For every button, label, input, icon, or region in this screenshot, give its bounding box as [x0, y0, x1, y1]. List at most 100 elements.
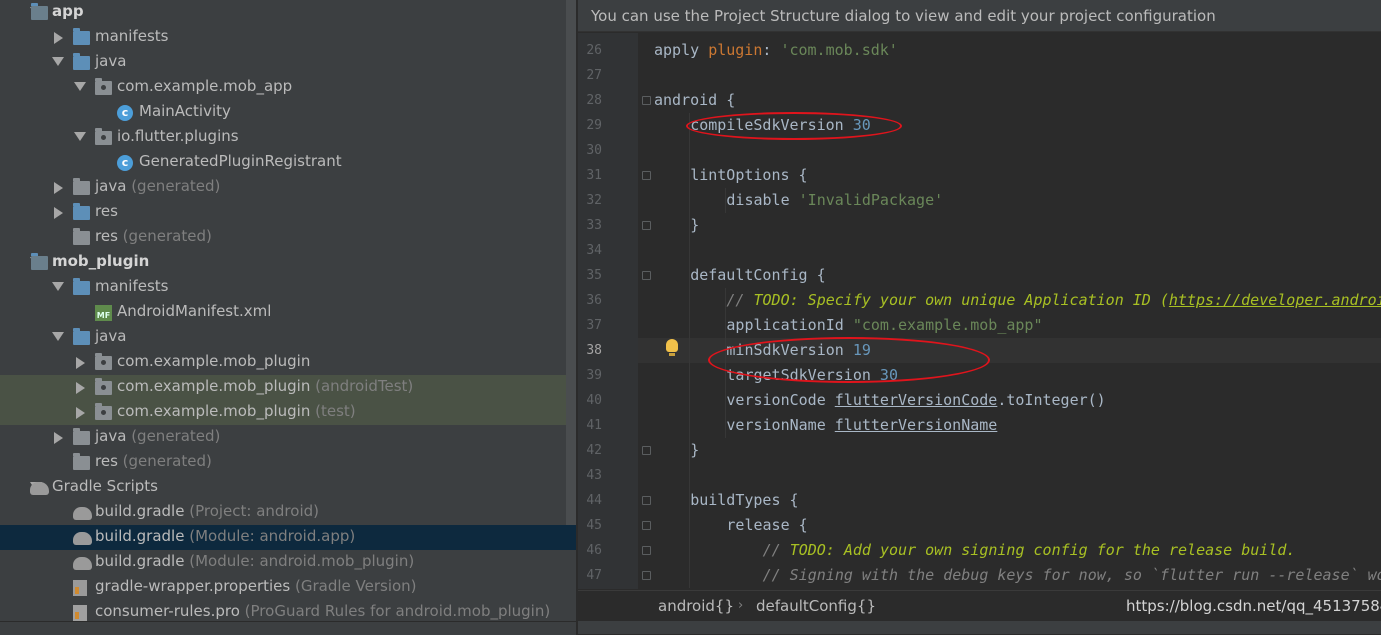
- tree-item[interactable]: gradle-wrapper.properties (Gradle Versio…: [0, 575, 566, 600]
- tree-item[interactable]: res (generated): [0, 225, 566, 250]
- tree-item-name: java: [95, 327, 127, 345]
- fold-marker-icon[interactable]: [642, 446, 651, 455]
- tree-item-label: res (generated): [95, 452, 212, 470]
- tree-item[interactable]: res: [0, 200, 566, 225]
- code-token: TODO: Add your own signing config for th…: [789, 541, 1296, 559]
- tree-item[interactable]: java (generated): [0, 175, 566, 200]
- breadcrumb-item-default-config[interactable]: defaultConfig{}: [756, 591, 876, 621]
- tree-item[interactable]: java (generated): [0, 425, 566, 450]
- fold-marker-icon[interactable]: [642, 521, 651, 530]
- tree-item-label: mob_plugin: [52, 252, 149, 270]
- package-icon: [95, 78, 112, 95]
- code-line: apply plugin: 'com.mob.sdk': [654, 38, 898, 63]
- chevron-down-icon[interactable]: [74, 132, 86, 141]
- tree-item-suffix: (generated): [126, 177, 221, 195]
- tree-item[interactable]: manifests: [0, 25, 566, 50]
- editor-bottom-bar: [578, 621, 1381, 634]
- project-tree-bottom-bar: [0, 621, 576, 635]
- tree-item[interactable]: app: [0, 0, 566, 25]
- tree-item[interactable]: Gradle Scripts: [0, 475, 566, 500]
- module-folder-icon: [31, 3, 48, 20]
- tree-item[interactable]: com.example.mob_plugin: [0, 350, 566, 375]
- line-number: 40: [586, 393, 602, 408]
- line-number: 47: [586, 568, 602, 583]
- line-number: 30: [586, 143, 602, 158]
- tree-item-label: MainActivity: [139, 102, 231, 120]
- code-token: release {: [726, 516, 808, 534]
- folder-icon: [73, 203, 90, 220]
- chevron-down-icon[interactable]: [52, 57, 64, 66]
- tree-item-name: app: [52, 2, 84, 20]
- package-icon: [95, 378, 112, 395]
- tree-item-label: res (generated): [95, 227, 212, 245]
- chevron-down-icon[interactable]: [74, 82, 86, 91]
- fold-marker-icon[interactable]: [642, 496, 651, 505]
- tree-item[interactable]: java: [0, 50, 566, 75]
- tree-item-label: consumer-rules.pro (ProGuard Rules for a…: [95, 602, 550, 620]
- line-number: 31: [586, 168, 602, 183]
- package-icon: [95, 403, 112, 420]
- tree-item-label: build.gradle (Module: android.mob_plugin…: [95, 552, 414, 570]
- tree-item-suffix: (generated): [117, 227, 212, 245]
- tree-item[interactable]: build.gradle (Module: android.mob_plugin…: [0, 550, 566, 575]
- tree-item[interactable]: build.gradle (Project: android): [0, 500, 566, 525]
- code-token: //: [726, 291, 754, 309]
- fold-marker-icon[interactable]: [642, 271, 651, 280]
- tree-item[interactable]: res (generated): [0, 450, 566, 475]
- tree-item[interactable]: mob_plugin: [0, 250, 566, 275]
- tree-item[interactable]: com.example.mob_plugin (androidTest): [0, 375, 576, 400]
- tree-item-label: AndroidManifest.xml: [117, 302, 271, 320]
- fold-marker-icon[interactable]: [642, 571, 651, 580]
- folder-icon: [73, 28, 90, 45]
- proguard-icon: [73, 605, 87, 621]
- code-token: }: [690, 216, 700, 234]
- fold-marker-icon[interactable]: [642, 221, 651, 230]
- tree-item-label: gradle-wrapper.properties (Gradle Versio…: [95, 577, 417, 595]
- tree-item[interactable]: manifests: [0, 275, 566, 300]
- tree-item[interactable]: com.example.mob_app: [0, 75, 566, 100]
- lightbulb-icon[interactable]: [666, 339, 678, 356]
- chevron-right-icon[interactable]: [54, 32, 63, 44]
- chevron-right-icon[interactable]: [76, 357, 85, 369]
- tree-item-name: java: [95, 427, 127, 445]
- tree-item-suffix: (ProGuard Rules for android.mob_plugin): [239, 602, 551, 620]
- properties-icon: [73, 580, 87, 596]
- line-number: 34: [586, 243, 602, 258]
- tree-item-suffix: (androidTest): [310, 377, 414, 395]
- chevron-down-icon[interactable]: [52, 282, 64, 291]
- tree-item-label: manifests: [95, 277, 169, 295]
- tree-item-name: java: [95, 52, 127, 70]
- line-number: 32: [586, 193, 602, 208]
- line-number: 45: [586, 518, 602, 533]
- line-number: 35: [586, 268, 602, 283]
- tree-item-label: Gradle Scripts: [52, 477, 158, 495]
- code-token: https://developer.android: [1168, 291, 1381, 309]
- chevron-down-icon[interactable]: [52, 332, 64, 341]
- tree-item[interactable]: com.example.mob_plugin (test): [0, 400, 576, 425]
- code-token: applicationId: [726, 316, 853, 334]
- tree-item-label: app: [52, 2, 84, 20]
- code-token: 'InvalidPackage': [798, 191, 944, 209]
- annotation-ellipse-min-sdk: [708, 337, 990, 383]
- manifest-file-icon: MF: [95, 305, 112, 321]
- fold-marker-icon[interactable]: [642, 171, 651, 180]
- fold-marker-icon[interactable]: [642, 96, 651, 105]
- fold-marker-icon[interactable]: [642, 546, 651, 555]
- tree-item[interactable]: java: [0, 325, 566, 350]
- tree-item-label: com.example.mob_plugin (androidTest): [117, 377, 413, 395]
- tree-item[interactable]: io.flutter.plugins: [0, 125, 566, 150]
- tree-item[interactable]: build.gradle (Module: android.app): [0, 525, 576, 550]
- tree-item[interactable]: MF AndroidManifest.xml: [0, 300, 566, 325]
- tree-item[interactable]: c GeneratedPluginRegistrant: [0, 150, 566, 175]
- project-tree-scrollbar[interactable]: [566, 0, 576, 525]
- breadcrumb-item-android[interactable]: android{}: [658, 591, 734, 621]
- chevron-right-icon[interactable]: [54, 432, 63, 444]
- tree-item-name: build.gradle: [95, 527, 185, 545]
- gradle-icon: [73, 532, 92, 545]
- tree-item[interactable]: c MainActivity: [0, 100, 566, 125]
- project-structure-banner[interactable]: You can use the Project Structure dialog…: [578, 0, 1381, 32]
- chevron-right-icon[interactable]: [76, 407, 85, 419]
- chevron-right-icon[interactable]: [54, 182, 63, 194]
- chevron-right-icon[interactable]: [76, 382, 85, 394]
- chevron-right-icon[interactable]: [54, 207, 63, 219]
